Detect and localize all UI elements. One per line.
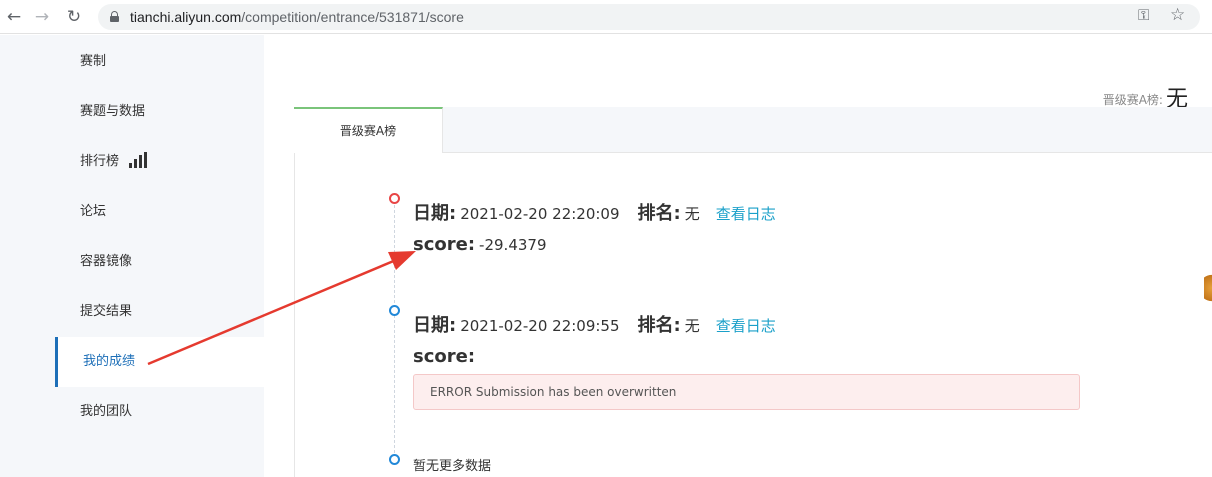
rank-label: 排名: — [637, 315, 681, 336]
score-label: score: — [413, 346, 476, 367]
key-icon[interactable]: ⚿ — [1138, 6, 1149, 24]
timeline-dot-error-red — [389, 193, 400, 204]
rank-label: 排名: — [637, 203, 681, 224]
tab-bar: 晋级赛A榜 — [294, 107, 1212, 153]
url-text[interactable]: tianchi.aliyun.com/competition/entrance/… — [130, 8, 464, 26]
rank-value: 无 — [684, 205, 700, 223]
view-log-link[interactable]: 查看日志 — [716, 317, 776, 335]
sidebar-item-label: 容器镜像 — [80, 254, 133, 269]
sidebar-item-submit-results[interactable]: 提交结果 — [55, 287, 264, 337]
sidebar-item-label: 排行榜 — [80, 154, 120, 169]
sidebar-item-leaderboard[interactable]: 排行榜 — [55, 137, 264, 187]
bar-chart-icon — [129, 151, 148, 168]
sidebar-item-problem-data[interactable]: 赛题与数据 — [55, 87, 264, 137]
no-more-data-text: 暂无更多数据 — [413, 459, 492, 474]
error-message: ERROR Submission has been overwritten — [413, 374, 1080, 410]
browser-toolbar: ← → ↻ tianchi.aliyun.com/competition/ent… — [0, 0, 1212, 34]
sidebar-item-rules[interactable]: 赛制 — [55, 37, 264, 87]
sidebar-item-label: 我的成绩 — [83, 354, 136, 369]
submission-entry: 日期: 2021-02-20 22:20:09 排名: 无查看日志 score: -29… — [413, 199, 1113, 255]
submission-entry: 日期: 2021-02-20 22:09:55 排名: 无查看日志 score: ER… — [413, 311, 1113, 410]
sidebar-nav: 赛制 赛题与数据 排行榜 论坛 容器镜像 提交结果 我的成绩 我的团队 — [55, 35, 264, 477]
sidebar-item-my-scores[interactable]: 我的成绩 — [55, 337, 264, 387]
timeline-line — [394, 200, 395, 458]
date-label: 日期: — [413, 203, 457, 224]
sidebar-item-my-team[interactable]: 我的团队 — [55, 387, 264, 437]
date-label: 日期: — [413, 315, 457, 336]
forward-icon[interactable]: → — [31, 6, 53, 28]
timeline-dot-blue — [389, 305, 400, 316]
view-log-link[interactable]: 查看日志 — [716, 205, 776, 223]
score-history-panel: 日期: 2021-02-20 22:20:09 排名: 无查看日志 score: -29… — [294, 153, 1212, 477]
rank-value: 无 — [684, 317, 700, 335]
back-icon[interactable]: ← — [3, 6, 25, 28]
sidebar-item-label: 我的团队 — [80, 404, 133, 419]
main-content: 晋级赛A榜: 无 晋级赛A榜 日期: 2021-02-20 22:20:09 排名: 无… — [264, 35, 1212, 477]
tab-promotion-a-board[interactable]: 晋级赛A榜 — [294, 107, 443, 153]
score-value: -29.4379 — [479, 236, 547, 254]
sidebar-item-label: 提交结果 — [80, 304, 133, 319]
sidebar-item-label: 论坛 — [80, 204, 107, 219]
timeline-dot-end — [389, 454, 400, 465]
sidebar-item-label: 赛制 — [80, 54, 107, 69]
lock-icon[interactable] — [110, 11, 119, 22]
date-value: 2021-02-20 22:20:09 — [460, 205, 620, 223]
date-value: 2021-02-20 22:09:55 — [460, 317, 620, 335]
floating-widget-edge[interactable] — [1204, 268, 1212, 308]
reload-icon[interactable]: ↻ — [63, 6, 85, 28]
score-label: score: — [413, 234, 476, 255]
sidebar-item-label: 赛题与数据 — [80, 104, 146, 119]
address-bar[interactable]: tianchi.aliyun.com/competition/entrance/… — [98, 4, 1200, 30]
bookmark-star-icon[interactable]: ☆ — [1170, 5, 1185, 25]
leaderboard-label: 晋级赛A榜: — [1102, 93, 1163, 107]
sidebar-item-container-image[interactable]: 容器镜像 — [55, 237, 264, 287]
sidebar-item-forum[interactable]: 论坛 — [55, 187, 264, 237]
